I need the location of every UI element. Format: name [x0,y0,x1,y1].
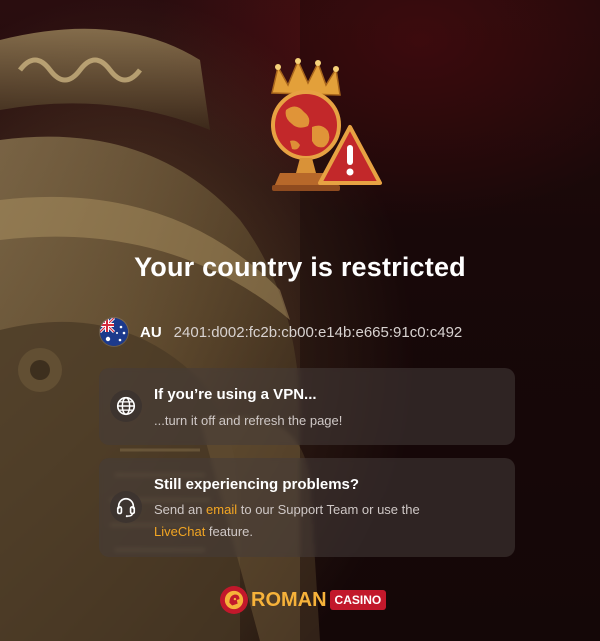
globe-icon [110,390,142,422]
restricted-page: Your country is restricted AU 2401:d002:… [0,0,600,641]
location-row: AU 2401:d002:fc2b:cb00:e14b:e665:91c0:c4… [100,317,462,347]
ip-address: 2401:d002:fc2b:cb00:e14b:e665:91c0:c492 [173,323,463,341]
country-code: AU [140,323,162,341]
support-heading: Still experiencing problems? [154,476,360,493]
livechat-link[interactable]: LiveChat [154,524,205,539]
roman-casino-logo[interactable]: ROMAN CASINO [220,585,387,615]
support-text-middle: to our Support Team or use the [237,502,420,517]
gladiator-logo-icon [220,586,248,614]
restricted-globe-warning-icon [271,58,382,191]
support-text-before: Send an [154,502,207,517]
support-text-after: feature. [205,524,254,539]
support-card: Still experiencing problems? Send an ema… [99,458,515,557]
headset-icon [110,491,142,523]
vpn-card: If you’re using a VPN... ...turn it off … [99,368,515,445]
page-title: Your country is restricted [134,252,466,282]
australia-flag-icon [100,318,128,346]
brand-sub: CASINO [329,590,387,610]
vpn-heading: If you’re using a VPN... [154,386,317,403]
support-text: Send an email to our Support Team or use… [154,499,503,543]
vpn-text: ...turn it off and refresh the page! [154,413,343,428]
email-link[interactable]: email [206,502,237,517]
brand-name: ROMAN [251,588,327,611]
